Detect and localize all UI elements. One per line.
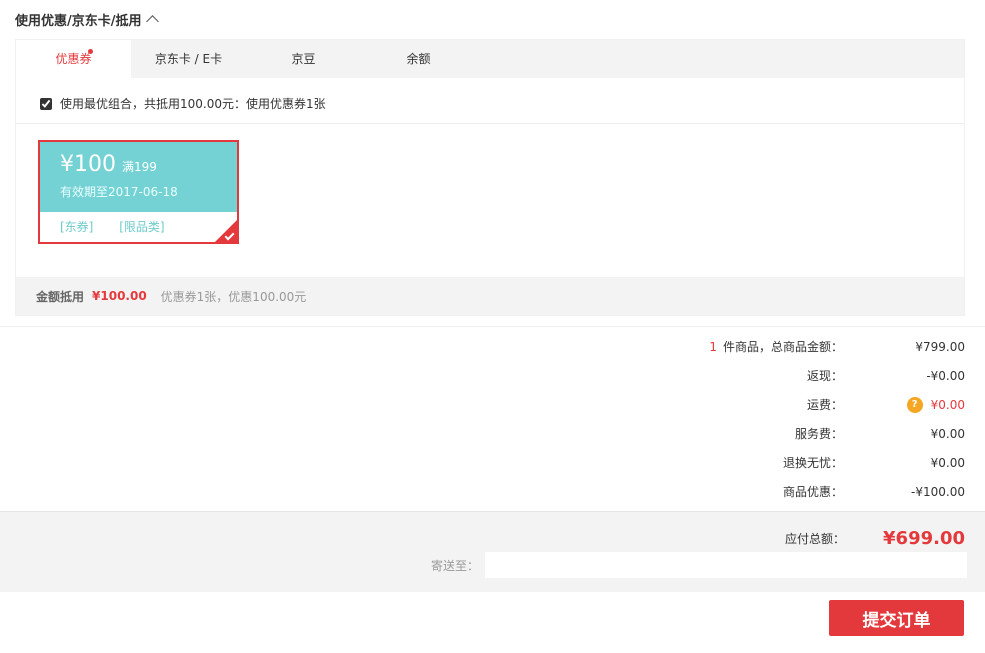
total-value: ¥699.00	[883, 528, 965, 549]
address-label: 寄送至：	[430, 558, 479, 573]
summary-label: 返现：	[806, 369, 843, 383]
summary-label: 退换无忧：	[782, 456, 843, 470]
submit-order-button[interactable]: 提交订单	[829, 600, 964, 636]
summary-value: ¥0.00	[930, 455, 965, 470]
summary-row-service: 服务费： ¥0.00	[565, 419, 965, 448]
section-toggle[interactable]: 使用优惠/京东卡/抵用	[15, 10, 159, 29]
coupon-panel: 优惠券 京东卡 / E卡 京豆 余额 使用最优组合，共抵用100.00元：使用优…	[15, 39, 965, 316]
coupon-amount: ¥100	[60, 152, 116, 177]
question-icon[interactable]: ?	[906, 396, 923, 413]
section-title: 使用优惠/京东卡/抵用	[15, 14, 142, 29]
summary-label: 商品优惠：	[782, 485, 843, 499]
best-combo-label: 使用最优组合，共抵用100.00元：使用优惠券1张	[60, 97, 326, 111]
tab-coupon[interactable]: 优惠券	[16, 40, 131, 79]
coupon-header: ¥100 满199 有效期至2017-06-18	[40, 142, 237, 212]
discount-amount: ¥100.00	[92, 289, 147, 303]
address-value	[485, 552, 967, 578]
tab-balance[interactable]: 余额	[361, 40, 476, 78]
divider	[16, 123, 964, 124]
coupon-expiry: 有效期至2017-06-18	[60, 185, 178, 199]
tab-jingdou[interactable]: 京豆	[246, 40, 361, 78]
coupon-tags: [东券] [限品类]	[40, 212, 237, 235]
summary-row-subtotal: 1 件商品，总商品金额： ¥799.00	[565, 332, 965, 361]
coupon-tag: [限品类]	[119, 220, 165, 234]
summary-value: ¥799.00	[915, 339, 965, 354]
total-line: 应付总额： ¥699.00	[785, 528, 965, 549]
summary-label: 服务费：	[794, 427, 843, 441]
divider	[0, 326, 985, 327]
item-count: 1	[709, 340, 717, 354]
total-band: 应付总额： ¥699.00 寄送至：	[0, 511, 985, 592]
address-line: 寄送至：	[431, 552, 967, 578]
discount-summary: 金额抵用 ¥100.00 优惠券1张，优惠100.00元	[16, 277, 964, 315]
total-label: 应付总额：	[785, 532, 846, 546]
tab-bar: 优惠券 京东卡 / E卡 京豆 余额	[16, 40, 964, 79]
summary-label: 件商品，总商品金额：	[722, 340, 843, 354]
notification-dot	[88, 49, 93, 54]
summary-value: -¥0.00	[926, 368, 965, 383]
discount-label: 金额抵用	[36, 289, 85, 304]
tab-label: 京东卡 / E卡	[154, 52, 223, 66]
summary-row-shipping: 运费： ? ¥0.00	[565, 390, 965, 419]
best-combo-checkbox[interactable]	[40, 97, 52, 110]
summary-row-return: 退换无忧： ¥0.00	[565, 448, 965, 477]
tab-label: 余额	[406, 52, 431, 66]
coupon-tag: [东券]	[60, 220, 94, 234]
summary-value: ¥0.00	[930, 397, 965, 412]
best-combo-row[interactable]: 使用最优组合，共抵用100.00元：使用优惠券1张	[40, 95, 326, 112]
tab-label: 京豆	[291, 52, 316, 66]
tab-jdcard[interactable]: 京东卡 / E卡	[131, 40, 246, 78]
summary-value-wrap: ? ¥0.00	[843, 396, 965, 413]
summary-value: ¥0.00	[930, 426, 965, 441]
summary-label: 运费：	[806, 398, 843, 412]
summary-row-discount: 商品优惠： -¥100.00	[565, 477, 965, 506]
coupon-condition: 满199	[122, 160, 157, 174]
chevron-up-icon	[145, 15, 159, 28]
order-summary: 1 件商品，总商品金额： ¥799.00 返现： -¥0.00 运费： ? ¥0.…	[565, 332, 965, 506]
coupon-card[interactable]: ¥100 满199 有效期至2017-06-18 [东券] [限品类]	[38, 140, 239, 244]
discount-desc: 优惠券1张，优惠100.00元	[160, 289, 307, 304]
tab-label: 优惠券	[55, 52, 92, 66]
summary-value: -¥100.00	[911, 484, 965, 499]
summary-row-cashback: 返现： -¥0.00	[565, 361, 965, 390]
